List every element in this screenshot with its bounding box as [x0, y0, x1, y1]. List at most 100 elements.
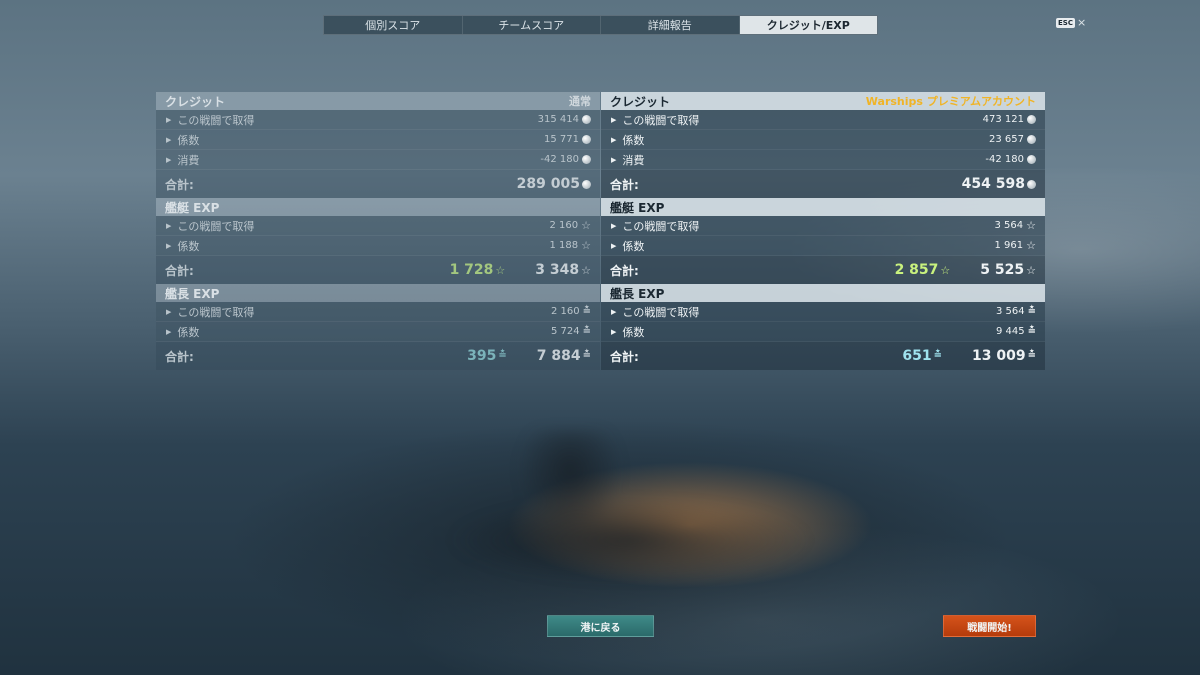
section-title: 艦艇 EXP: [610, 200, 665, 215]
expand-caret-icon[interactable]: ▶: [166, 308, 171, 316]
row-label: 消費: [177, 153, 200, 167]
total-row: 合計: 1 728 ☆ 3 348 ☆: [156, 256, 600, 284]
credit-coin-icon: [1027, 179, 1036, 189]
expand-caret-icon[interactable]: ▶: [611, 222, 616, 230]
total-value: 13 009: [972, 348, 1026, 364]
row-label: 係数: [622, 239, 645, 253]
total-row: 合計: 395 ≛ 7 884 ≛: [156, 342, 600, 370]
tab-credits-exp[interactable]: クレジット/EXP: [739, 16, 877, 34]
expand-caret-icon[interactable]: ▶: [166, 116, 171, 124]
star-icon: ☆: [1026, 263, 1036, 277]
section-header: 艦艇 EXP: [156, 198, 600, 216]
anchor-bars-icon: ≛: [582, 325, 591, 337]
total-value: 3 348: [535, 262, 580, 278]
section-title: 艦長 EXP: [165, 286, 220, 301]
total-row: 合計: 2 857 ☆ 5 525 ☆: [601, 256, 1045, 284]
expand-caret-icon[interactable]: ▶: [611, 116, 616, 124]
row-value: 315 414: [537, 114, 579, 125]
total-label: 合計:: [165, 349, 194, 364]
close-icon[interactable]: ×: [1077, 16, 1086, 29]
detail-row[interactable]: ▶ この戦闘で取得 2 160 ≛: [156, 302, 600, 322]
total-label: 合計:: [610, 349, 639, 364]
anchor-bars-icon: ≛: [933, 350, 943, 361]
star-icon: ☆: [495, 263, 506, 277]
detail-row[interactable]: ▶ 係数 15 771: [156, 130, 600, 150]
section-title: クレジット: [165, 94, 226, 109]
detail-row[interactable]: ▶ この戦闘で取得 3 564 ☆: [601, 216, 1045, 236]
detail-row[interactable]: ▶ 係数 23 657: [601, 130, 1045, 150]
row-value: 1 961: [994, 240, 1024, 251]
credits-section: クレジット 通常 ▶ この戦闘で取得 315 414 ▶ 係数 15 771 ▶ 消費…: [156, 92, 600, 198]
detail-row[interactable]: ▶ 係数 1 188 ☆: [156, 236, 600, 256]
anchor-bars-icon: ≛: [582, 350, 591, 361]
back-to-port-button[interactable]: 港に戻る: [547, 615, 654, 637]
section-title: クレジット: [610, 94, 671, 109]
section-header: 艦長 EXP: [601, 284, 1045, 302]
section-header: クレジット Warships プレミアムアカウント: [601, 92, 1045, 110]
detail-row[interactable]: ▶ 消費 -42 180: [156, 150, 600, 170]
total-row: 合計: 454 598: [601, 170, 1045, 198]
ship-exp-section: 艦艇 EXP ▶ この戦闘で取得 3 564 ☆ ▶ 係数 1 961 ☆ 合計: 2 …: [601, 198, 1045, 284]
star-icon: ☆: [581, 219, 591, 232]
account-type-label: Warships プレミアムアカウント: [865, 95, 1036, 108]
elite-exp-value: 1 728: [449, 262, 494, 278]
detail-row[interactable]: ▶ この戦闘で取得 2 160 ☆: [156, 216, 600, 236]
section-header: 艦長 EXP: [156, 284, 600, 302]
expand-caret-icon[interactable]: ▶: [166, 136, 171, 144]
close-control[interactable]: ESC ×: [1056, 16, 1086, 29]
expand-caret-icon[interactable]: ▶: [611, 328, 616, 336]
row-value: -42 180: [985, 154, 1024, 165]
credit-coin-icon: [582, 135, 591, 144]
expand-caret-icon[interactable]: ▶: [611, 136, 616, 144]
captain-exp-section: 艦長 EXP ▶ この戦闘で取得 3 564 ≛ ▶ 係数 9 445 ≛ 合計: 65…: [601, 284, 1045, 370]
row-label: この戦闘で取得: [177, 219, 255, 233]
elite-exp-value: 651: [902, 348, 932, 364]
detail-row[interactable]: ▶ この戦闘で取得 315 414: [156, 110, 600, 130]
tab-personal-score[interactable]: 個別スコア: [324, 16, 463, 34]
standard-account-panel: クレジット 通常 ▶ この戦闘で取得 315 414 ▶ 係数 15 771 ▶ 消費…: [156, 92, 600, 370]
section-header: 艦艇 EXP: [601, 198, 1045, 216]
start-battle-button[interactable]: 戦闘開始!: [943, 615, 1036, 637]
elite-exp-value: 395: [467, 348, 497, 364]
tab-team-score[interactable]: チームスコア: [463, 16, 601, 34]
expand-caret-icon[interactable]: ▶: [611, 156, 616, 164]
detail-row[interactable]: ▶ 係数 1 961 ☆: [601, 236, 1045, 256]
premium-account-panel: クレジット Warships プレミアムアカウント ▶ この戦闘で取得 473 1…: [601, 92, 1045, 370]
detail-row[interactable]: ▶ 係数 5 724 ≛: [156, 322, 600, 342]
row-value: 15 771: [544, 134, 579, 145]
credit-coin-icon: [582, 155, 591, 164]
row-value: -42 180: [540, 154, 579, 165]
expand-caret-icon[interactable]: ▶: [166, 222, 171, 230]
section-title: 艦長 EXP: [610, 286, 665, 301]
detail-row[interactable]: ▶ この戦闘で取得 3 564 ≛: [601, 302, 1045, 322]
results-tab-bar: 個別スコア チームスコア 詳細報告 クレジット/EXP: [323, 15, 878, 35]
tab-detailed-report[interactable]: 詳細報告: [601, 16, 740, 34]
elite-exp-value: 2 857: [894, 262, 939, 278]
expand-caret-icon[interactable]: ▶: [166, 156, 171, 164]
total-label: 合計:: [165, 177, 194, 192]
row-label: 消費: [622, 153, 645, 167]
row-label: 係数: [622, 325, 645, 339]
star-icon: ☆: [1026, 219, 1036, 232]
total-row: 合計: 651 ≛ 13 009 ≛: [601, 342, 1045, 370]
expand-caret-icon[interactable]: ▶: [611, 242, 616, 250]
row-value: 5 724: [550, 326, 580, 337]
detail-row[interactable]: ▶ この戦闘で取得 473 121: [601, 110, 1045, 130]
expand-caret-icon[interactable]: ▶: [166, 328, 171, 336]
anchor-bars-icon: ≛: [1027, 325, 1036, 337]
row-value: 1 188: [549, 240, 579, 251]
row-value: 2 160: [549, 220, 579, 231]
expand-caret-icon[interactable]: ▶: [611, 308, 616, 316]
credit-coin-icon: [1027, 155, 1036, 164]
detail-row[interactable]: ▶ 消費 -42 180: [601, 150, 1045, 170]
credit-coin-icon: [582, 179, 591, 189]
expand-caret-icon[interactable]: ▶: [166, 242, 171, 250]
total-label: 合計:: [610, 263, 639, 278]
total-value: 5 525: [980, 262, 1025, 278]
anchor-bars-icon: ≛: [498, 350, 507, 361]
row-label: 係数: [177, 239, 200, 253]
detail-row[interactable]: ▶ 係数 9 445 ≛: [601, 322, 1045, 342]
row-label: この戦闘で取得: [622, 113, 700, 127]
row-label: 係数: [622, 133, 645, 147]
total-value: 454 598: [961, 176, 1025, 192]
